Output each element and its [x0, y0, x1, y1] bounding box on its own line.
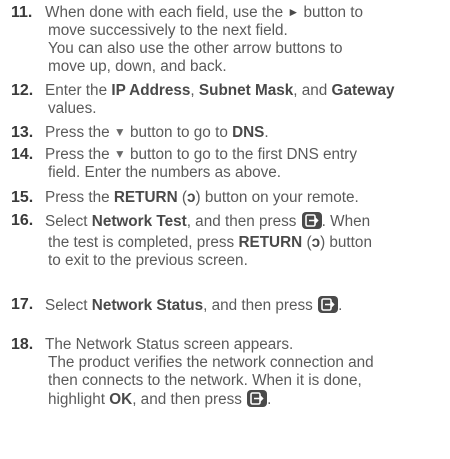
step-number: 12.	[11, 82, 34, 99]
step-text: The Network Status screen appears. The p…	[45, 336, 374, 408]
step-text: When done with each field, use the ► but…	[45, 4, 364, 75]
right-arrow-icon: ►	[287, 5, 300, 19]
return-icon: ↄ	[311, 234, 321, 251]
return-icon: ↄ	[186, 189, 196, 206]
dns-term: DNS	[232, 124, 265, 141]
ok-term: OK	[109, 391, 133, 408]
step-number: 11.	[11, 4, 33, 21]
subnet-mask-term: Subnet Mask	[198, 82, 294, 99]
step-text: Press the RETURN (ↄ) button on your remo…	[45, 189, 359, 206]
enter-icon	[301, 212, 322, 229]
step-number: 15.	[11, 189, 34, 206]
network-test-term: Network Test	[91, 213, 187, 230]
gateway-term: Gateway	[331, 82, 395, 99]
step-number: 16.	[11, 212, 34, 229]
enter-icon	[247, 390, 268, 407]
down-arrow-icon: ▼	[113, 147, 126, 161]
step-text: Select Network Test, and then press . Wh…	[45, 212, 372, 269]
down-arrow-icon: ▼	[113, 125, 126, 139]
step-text: Enter the IP Address, Subnet Mask, and G…	[45, 82, 395, 117]
return-term: RETURN	[238, 234, 303, 251]
step-number: 14.	[11, 146, 34, 163]
step-text: Press the ▼ button to go to DNS.	[45, 124, 269, 141]
return-term: RETURN	[113, 189, 178, 206]
step-number: 13.	[11, 124, 34, 141]
step-text: Select Network Status, and then press .	[45, 296, 343, 314]
enter-icon	[318, 296, 339, 313]
network-status-term: Network Status	[91, 297, 204, 314]
step-number: 17.	[11, 296, 34, 313]
step-number: 18.	[11, 336, 34, 353]
step-text: Press the ▼ button to go to the first DN…	[45, 146, 358, 181]
ip-address-term: IP Address	[111, 82, 191, 99]
